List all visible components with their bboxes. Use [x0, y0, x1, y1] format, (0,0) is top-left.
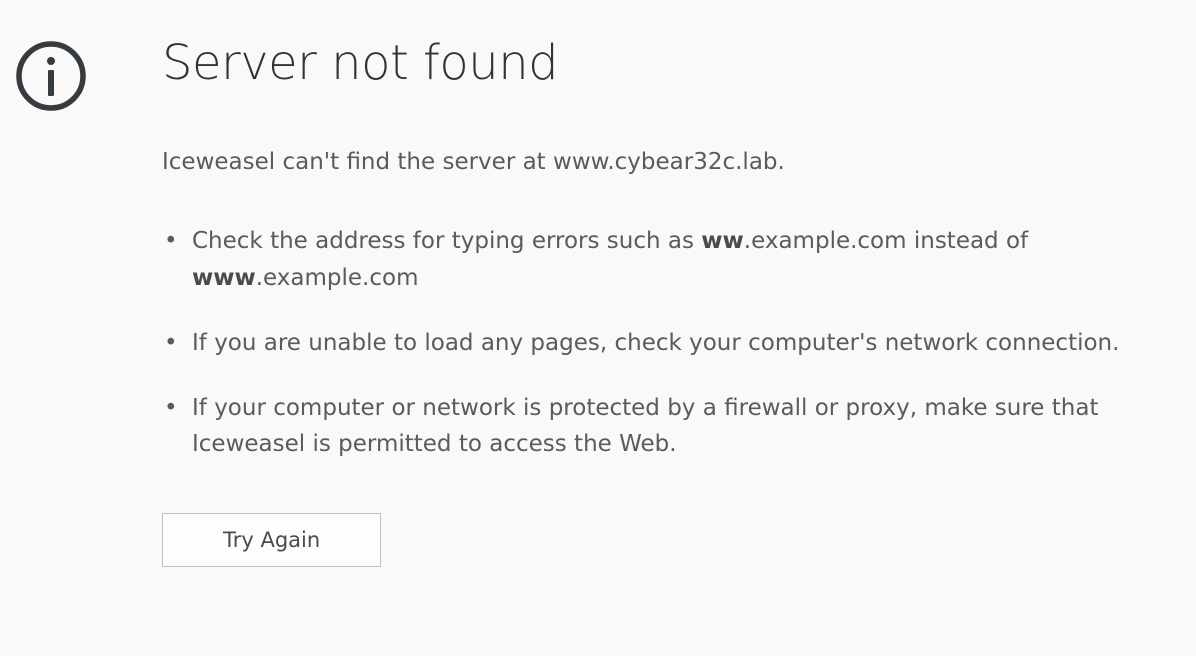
icon-column — [15, 35, 87, 116]
error-tips-list: Check the address for typing errors such… — [162, 223, 1156, 463]
try-again-button[interactable]: Try Again — [162, 513, 381, 567]
error-title: Server not found — [162, 35, 1156, 91]
error-page: Server not found Iceweasel can't find th… — [15, 35, 1156, 567]
error-subtitle: Iceweasel can't find the server at www.c… — [162, 146, 1156, 178]
error-tip: If you are unable to load any pages, che… — [162, 325, 1156, 362]
info-icon — [15, 40, 87, 112]
content-column: Server not found Iceweasel can't find th… — [162, 35, 1156, 567]
error-tip: If your computer or network is protected… — [162, 390, 1156, 464]
error-tip: Check the address for typing errors such… — [162, 223, 1156, 297]
